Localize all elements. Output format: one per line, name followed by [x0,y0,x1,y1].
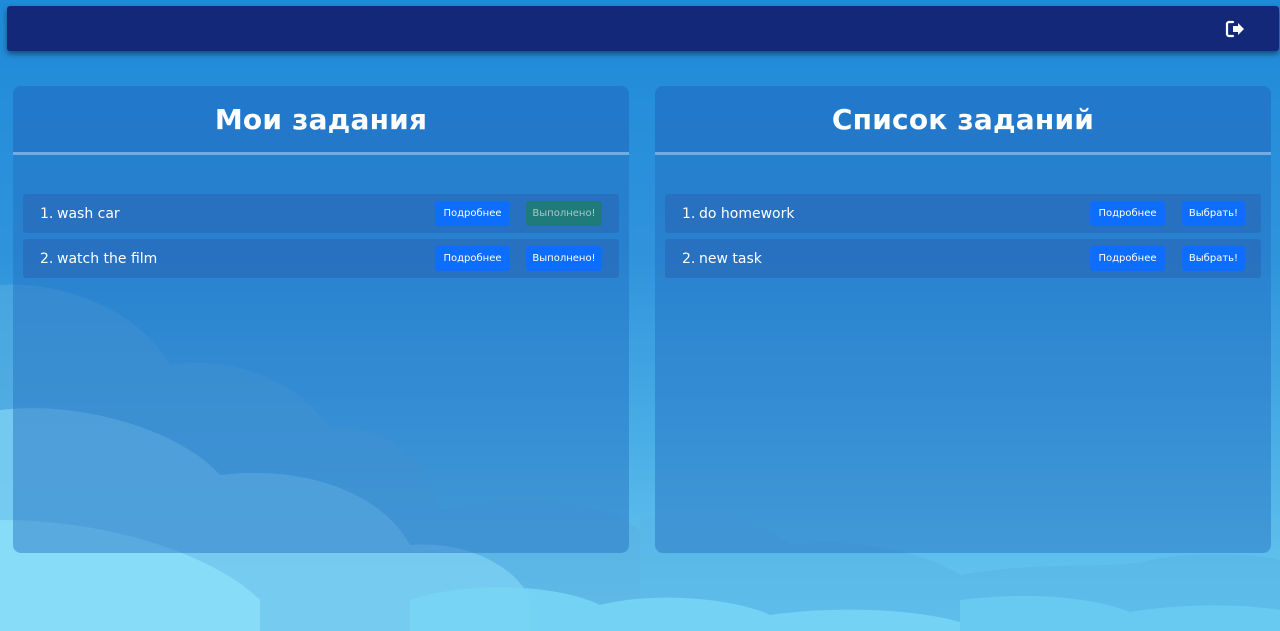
task-title: do homework [699,205,795,222]
details-button[interactable]: Подробнее [1090,201,1165,226]
top-navbar [7,6,1279,51]
details-button[interactable]: Подробнее [1090,246,1165,271]
task-title: wash car [57,205,120,222]
details-button[interactable]: Подробнее [435,246,510,271]
choose-task-button[interactable]: Выбрать! [1182,201,1245,226]
list-item: 2. watch the film Подробнее Выполнено! [23,239,619,278]
available-tasks-list: 1. do homework Подробнее Выбрать! 2. new… [665,194,1261,284]
task-number: 1. [682,205,696,222]
my-tasks-list: 1. wash car Подробнее Выполнено! 2. watc… [23,194,619,284]
my-tasks-title: Мои задания [214,102,428,136]
task-list-panel: Список заданий 1. do homework Подробнее … [655,86,1271,553]
task-title: watch the film [57,250,158,267]
task-list-header: Список заданий [655,86,1271,155]
task-list-title: Список заданий [831,102,1095,136]
completed-button: Выполнено! [526,201,602,226]
my-tasks-panel: Мои задания 1. wash car Подробнее Выполн… [13,86,629,553]
choose-task-button[interactable]: Выбрать! [1182,246,1245,271]
my-tasks-header: Мои задания [13,86,629,155]
task-title: new task [699,250,762,267]
details-button[interactable]: Подробнее [435,201,510,226]
sign-out-icon[interactable] [1225,19,1245,39]
task-number: 2. [682,250,696,267]
task-number: 1. [40,205,54,222]
list-item: 1. do homework Подробнее Выбрать! [665,194,1261,233]
task-number: 2. [40,250,54,267]
list-item: 1. wash car Подробнее Выполнено! [23,194,619,233]
list-item: 2. new task Подробнее Выбрать! [665,239,1261,278]
mark-done-button[interactable]: Выполнено! [526,246,602,271]
